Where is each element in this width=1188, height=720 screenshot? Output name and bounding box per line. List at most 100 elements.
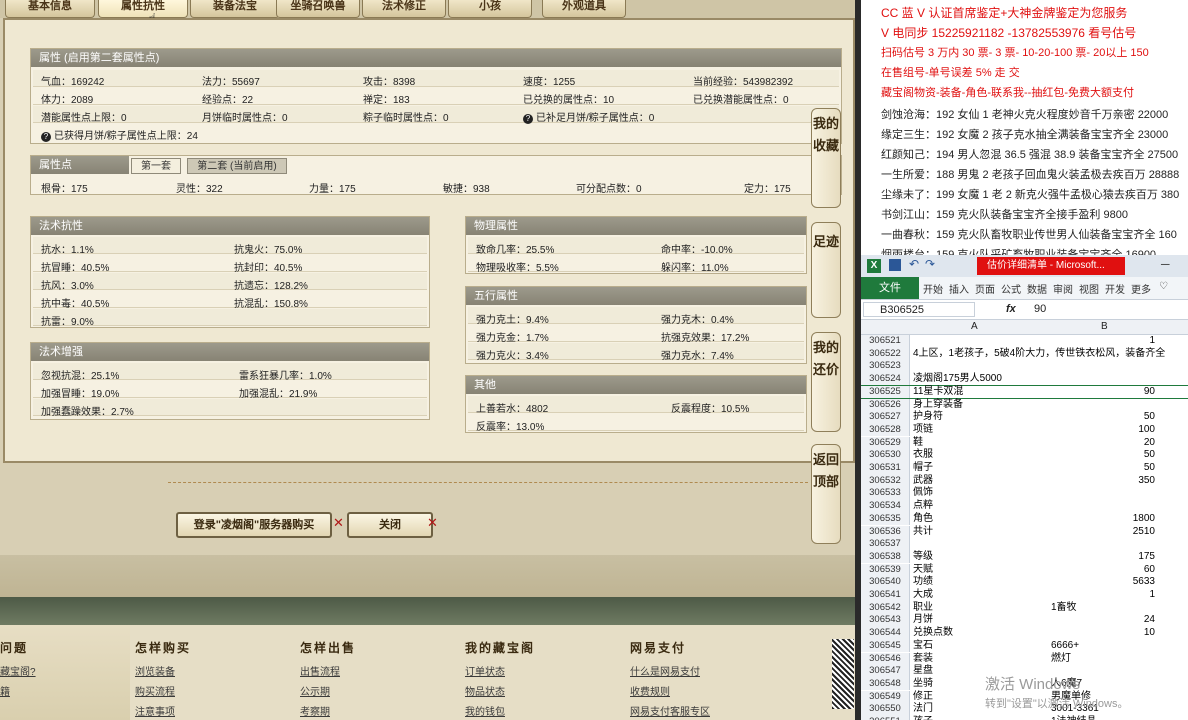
cell-a[interactable]: 孩子 — [913, 716, 933, 720]
sheet-row[interactable]: 306545 宝石 6666+ — [861, 639, 1188, 653]
tab-file[interactable]: 文件 — [861, 277, 919, 299]
back-to-top-button[interactable]: 返回顶部 — [811, 444, 841, 544]
sheet-row[interactable]: 306530 衣服 50 — [861, 449, 1188, 462]
row-number[interactable]: 306524 — [861, 373, 910, 386]
tab-view[interactable]: 视图 — [1079, 281, 1099, 296]
row-number[interactable]: 306537 — [861, 538, 910, 551]
cell-b[interactable]: 燃灯 — [1051, 653, 1071, 666]
tab-spell-correction[interactable]: 法术修正 — [362, 0, 446, 18]
cell-b[interactable]: 1畜牧 — [1051, 602, 1077, 615]
row-number[interactable]: 306536 — [861, 525, 910, 538]
row-number[interactable]: 306549 — [861, 690, 910, 704]
cell-a[interactable]: 功绩 — [913, 576, 933, 589]
row-number[interactable]: 306546 — [861, 652, 910, 665]
sheet-row[interactable]: 306541 大成 1 — [861, 589, 1188, 602]
row-number[interactable]: 306543 — [861, 614, 910, 627]
footer-link[interactable]: 考察期 — [300, 703, 330, 718]
sheet-row[interactable]: 306539 天赋 60 — [861, 563, 1188, 577]
tab-insert[interactable]: 插入 — [949, 281, 969, 296]
cell-a[interactable]: 修正 — [913, 691, 933, 704]
cell-b[interactable]: 1800 — [1047, 513, 1155, 526]
footer-link[interactable]: 什么是网易支付 — [630, 663, 700, 678]
cell-a[interactable]: 坐骑 — [913, 678, 933, 691]
row-number[interactable]: 306542 — [861, 601, 910, 615]
row-number[interactable]: 306551 — [861, 716, 910, 720]
question-icon[interactable]: ? — [523, 114, 533, 124]
row-number[interactable]: 306539 — [861, 563, 910, 577]
formula-input[interactable]: 90 — [1026, 302, 1188, 317]
tab-data[interactable]: 数据 — [1027, 281, 1047, 296]
cell-a[interactable]: 星盘 — [913, 665, 933, 678]
row-number[interactable]: 306548 — [861, 677, 910, 691]
cell-b[interactable]: 24 — [1047, 614, 1155, 627]
my-bargain-button[interactable]: 我的还价 — [811, 332, 841, 432]
row-number[interactable]: 306538 — [861, 550, 910, 564]
sheet-row[interactable]: 306537 — [861, 538, 1188, 551]
sheet-row[interactable]: 306543 月饼 24 — [861, 614, 1188, 627]
cell-a[interactable]: 鞋 — [913, 437, 923, 450]
row-number[interactable]: 306540 — [861, 576, 910, 589]
cell-a[interactable]: 身上穿装备 — [913, 399, 963, 412]
sheet-row[interactable]: 306522 4上区，1老孩子，5破4阶大力，传世铁衣松风，装备齐全 — [861, 347, 1188, 361]
sheet-row[interactable]: 306538 等级 175 — [861, 550, 1188, 564]
cell-a[interactable]: 法门 — [913, 703, 933, 716]
sheet-row[interactable]: 306531 帽子 50 — [861, 462, 1188, 475]
sheet-row[interactable]: 306529 鞋 20 — [861, 436, 1188, 450]
sheet-row[interactable]: 306535 角色 1800 — [861, 512, 1188, 526]
function-icon[interactable]: fx — [1006, 303, 1016, 315]
cell-a[interactable]: 职业 — [913, 602, 933, 615]
cell-b[interactable]: 50 — [1047, 462, 1155, 475]
sheet-row[interactable]: 306536 共计 2510 — [861, 525, 1188, 539]
tab-home[interactable]: 开始 — [923, 281, 943, 296]
sheet-row[interactable]: 306532 武器 350 — [861, 474, 1188, 488]
sheet-row[interactable]: 306521 1 — [861, 335, 1188, 348]
row-number[interactable]: 306534 — [861, 500, 910, 513]
cell-a[interactable]: 天赋 — [913, 564, 933, 577]
tab-attributes-resist[interactable]: 属性抗性 — [98, 0, 188, 18]
cell-a[interactable]: 护身符 — [913, 411, 943, 424]
tab-developer[interactable]: 开发 — [1105, 281, 1125, 296]
sheet-row[interactable]: 306544 兑换点数 10 — [861, 627, 1188, 640]
name-box[interactable]: B306525 — [863, 302, 975, 317]
sheet-row[interactable]: 306540 功绩 5633 — [861, 576, 1188, 589]
cell-a[interactable]: 兑换点数 — [913, 627, 953, 640]
question-icon[interactable]: ? — [41, 132, 51, 142]
cell-a[interactable]: 衣服 — [913, 449, 933, 462]
cell-b[interactable]: 100 — [1047, 424, 1155, 437]
tab-formula[interactable]: 公式 — [1001, 281, 1021, 296]
tab-page[interactable]: 页面 — [975, 281, 995, 296]
login-buy-button[interactable]: 登录"凌烟阁"服务器购买 — [176, 512, 332, 538]
cell-a[interactable]: 等级 — [913, 551, 933, 564]
tab-equipment[interactable]: 装备法宝 — [190, 0, 280, 18]
footer-link[interactable]: 出售流程 — [300, 663, 340, 678]
tab-more[interactable]: 更多 — [1131, 281, 1151, 296]
tab-appearance[interactable]: 外观道具 — [542, 0, 626, 18]
column-a-header[interactable]: A — [971, 321, 978, 332]
row-number[interactable]: 306529 — [861, 436, 910, 450]
cell-b[interactable]: 1法神结晶 — [1051, 716, 1097, 720]
footer-link[interactable]: 我的钱包 — [465, 703, 505, 718]
footer-link[interactable]: 订单状态 — [465, 663, 505, 678]
cell-a[interactable]: 套装 — [913, 653, 933, 666]
cell-a[interactable]: 佩饰 — [913, 487, 933, 500]
undo-icon[interactable]: ↶ — [909, 257, 919, 271]
cell-b[interactable]: 2510 — [1047, 526, 1155, 539]
row-number[interactable]: 306532 — [861, 474, 910, 488]
row-number[interactable]: 306547 — [861, 665, 910, 678]
help-icon[interactable]: ♡ — [1159, 281, 1168, 292]
sheet-row[interactable]: 306542 职业 1畜牧 — [861, 601, 1188, 615]
row-number[interactable]: 306544 — [861, 627, 910, 640]
footer-link[interactable]: 网易支付客服专区 — [630, 703, 710, 718]
close-button[interactable]: 关闭 — [347, 512, 433, 538]
sheet-row[interactable]: 306527 护身符 50 — [861, 411, 1188, 424]
row-number[interactable]: 306535 — [861, 512, 910, 526]
footer-link[interactable]: 物品状态 — [465, 683, 505, 698]
cell-b[interactable]: 50 — [1047, 411, 1155, 424]
cell-a[interactable]: 宝石 — [913, 640, 933, 653]
cell-a[interactable]: 角色 — [913, 513, 933, 526]
row-number[interactable]: 306526 — [861, 398, 910, 411]
tab-set-one[interactable]: 第一套 — [131, 158, 181, 174]
cell-b[interactable]: 90 — [1047, 386, 1155, 399]
cell-b[interactable]: 6666+ — [1051, 640, 1079, 653]
cell-b[interactable]: 1 — [1047, 589, 1155, 602]
